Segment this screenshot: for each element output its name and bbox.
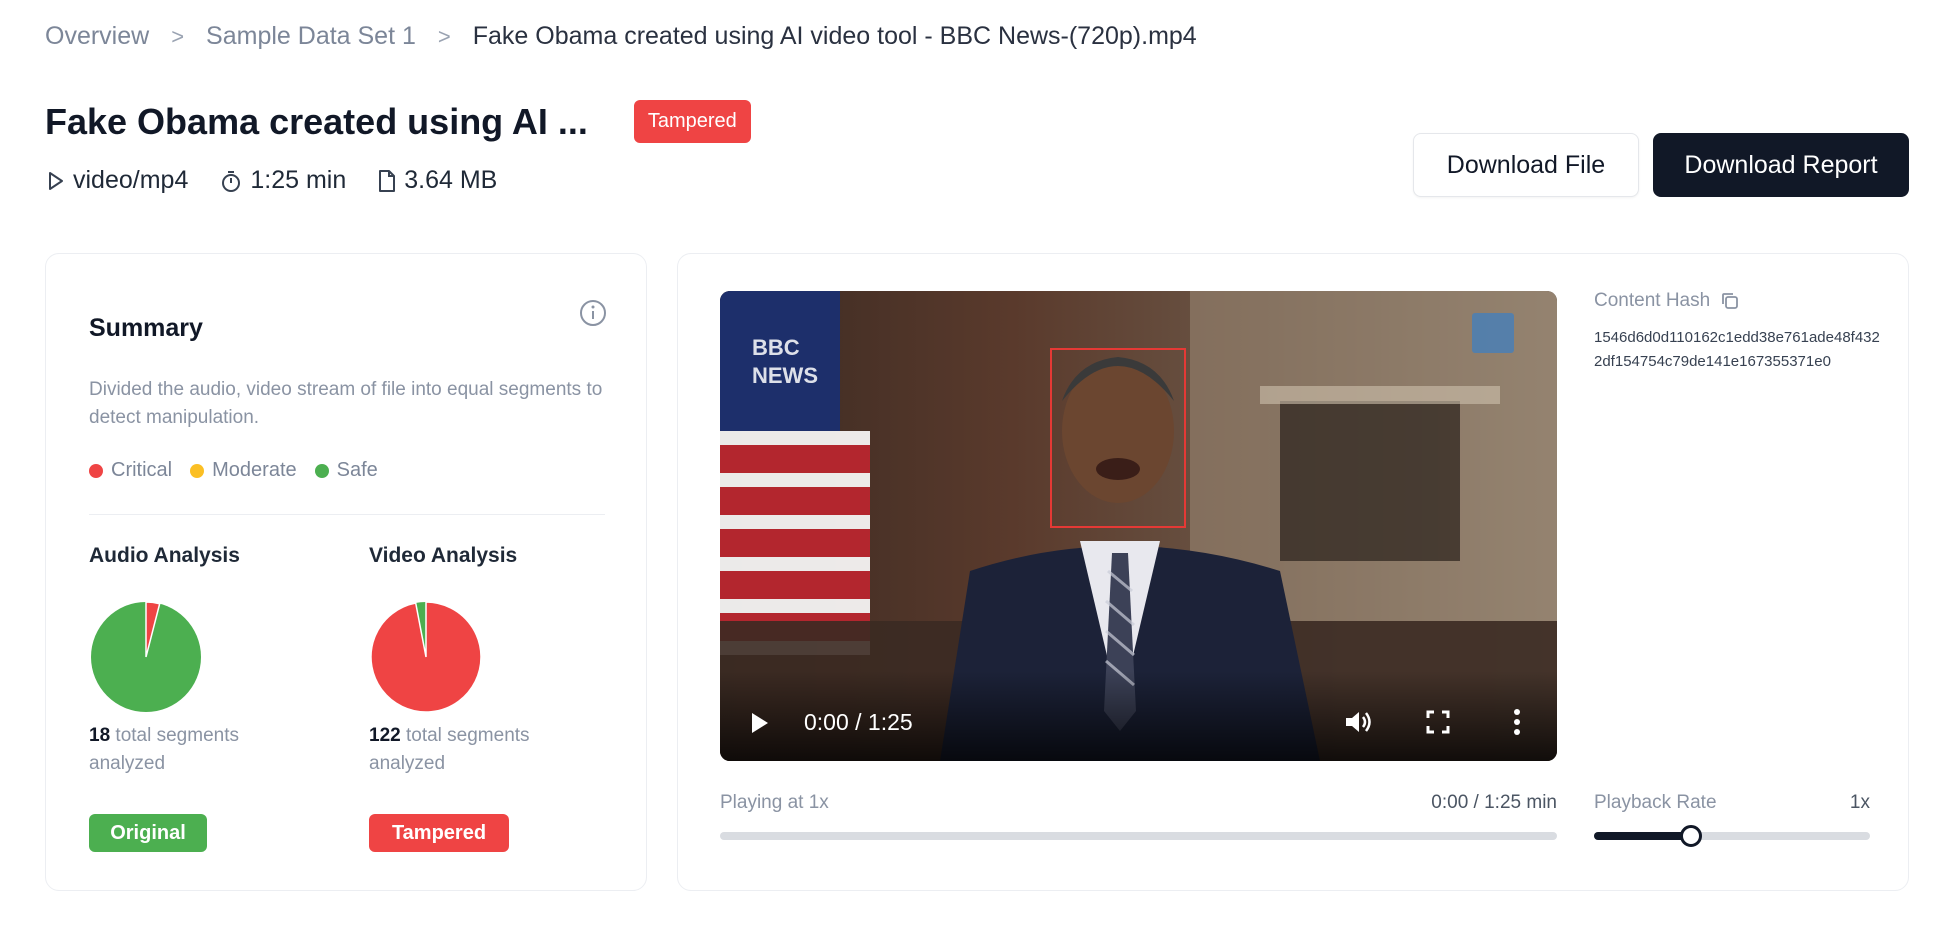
video-segments-text: 122 total segments analyzed — [369, 722, 589, 778]
playback-rate-value: 1x — [1849, 792, 1870, 813]
play-icon[interactable] — [750, 712, 770, 734]
audio-result-badge: Original — [89, 814, 207, 852]
video-pie-chart — [370, 601, 482, 713]
channel-logo-line2: NEWS — [752, 363, 818, 388]
divider — [89, 514, 605, 515]
playing-time: 0:00 / 1:25 min — [1431, 792, 1557, 813]
video-player[interactable]: BBC NEWS 0:00 / 1:25 — [720, 291, 1557, 761]
audio-analysis-title: Audio Analysis — [89, 544, 240, 567]
legend-moderate-label: Moderate — [212, 459, 297, 481]
file-duration-label: 1:25 min — [250, 166, 347, 194]
legend-critical-label: Critical — [111, 459, 173, 481]
pie-slice-critical — [370, 601, 482, 713]
file-size: 3.64 MB — [378, 166, 497, 195]
page-title: Fake Obama created using AI ... — [45, 100, 588, 142]
playback-rate-slider[interactable] — [1594, 825, 1870, 847]
legend-critical-dot — [89, 463, 103, 478]
audio-analysis: Audio Analysis 18 total segments analyze… — [89, 544, 339, 852]
play-outline-icon — [49, 171, 63, 190]
legend-moderate-dot — [190, 463, 205, 478]
playback-rate-handle[interactable] — [1679, 825, 1702, 847]
video-controls: 0:00 / 1:25 — [720, 671, 1557, 761]
legend-safe-dot — [314, 463, 329, 478]
status-badge: Tampered — [633, 100, 751, 143]
title-row: Fake Obama created using AI ... Tampered — [45, 100, 751, 143]
summary-card: Summary Divided the audio, video stream … — [45, 253, 647, 891]
playback-rate-fill — [1594, 832, 1691, 840]
legend: Critical Moderate Safe — [89, 459, 396, 482]
volume-icon[interactable] — [1344, 709, 1372, 735]
content-hash-value: 1546d6d0d110162c1edd38e761ade48f4322df15… — [1594, 329, 1880, 370]
info-icon[interactable] — [578, 298, 608, 328]
audio-segment-suffix: total segments analyzed — [89, 725, 239, 774]
video-analysis: Video Analysis 122 total segments analyz… — [369, 544, 619, 852]
audio-segments-text: 18 total segments analyzed — [89, 722, 309, 778]
chevron-right-icon: > — [437, 23, 451, 49]
video-time: 0:00 / 1:25 — [804, 709, 913, 735]
breadcrumb-current-file: Fake Obama created using AI video tool -… — [472, 22, 1197, 50]
more-options-icon[interactable] — [1512, 708, 1522, 736]
file-icon — [379, 169, 396, 192]
video-progress-bar[interactable] — [720, 832, 1557, 840]
face-detection-box — [1050, 348, 1186, 528]
legend-safe: Safe — [314, 459, 378, 482]
content-hash-title: Content Hash — [1594, 290, 1711, 311]
playback-rate-label: Playback Rate — [1594, 792, 1717, 813]
legend-critical: Critical — [89, 459, 172, 482]
playing-status: Playing at 1x — [720, 792, 829, 813]
video-result-badge: Tampered — [369, 814, 509, 852]
stopwatch-icon — [222, 170, 241, 192]
file-type-label: video/mp4 — [73, 166, 189, 194]
video-segment-count: 122 — [369, 725, 401, 746]
content-hash-label: Content Hash — [1594, 290, 1740, 312]
chevron-right-icon: > — [171, 23, 185, 49]
download-file-button[interactable]: Download File — [1413, 133, 1639, 197]
media-card: BBC NEWS 0:00 / 1:25 Playing at 1x 0:00 … — [677, 253, 1909, 891]
copy-icon[interactable] — [1720, 291, 1740, 311]
channel-logo-line1: BBC — [752, 335, 800, 360]
audio-segment-count: 18 — [89, 725, 111, 746]
corner-logo — [1472, 313, 1514, 353]
summary-title: Summary — [89, 314, 203, 342]
file-meta: video/mp4 1:25 min 3.64 MB — [47, 166, 529, 195]
breadcrumb-overview[interactable]: Overview — [45, 22, 149, 51]
breadcrumb: Overview > Sample Data Set 1 > Fake Obam… — [45, 22, 1197, 51]
download-report-button[interactable]: Download Report — [1653, 133, 1909, 197]
breadcrumb-sample-data-set[interactable]: Sample Data Set 1 — [206, 22, 416, 51]
video-analysis-title: Video Analysis — [369, 544, 518, 567]
file-duration: 1:25 min — [220, 166, 346, 195]
channel-logo: BBC NEWS — [752, 335, 818, 388]
legend-moderate: Moderate — [190, 459, 297, 482]
summary-description: Divided the audio, video stream of file … — [89, 379, 603, 428]
file-type: video/mp4 — [47, 166, 188, 195]
file-size-label: 3.64 MB — [404, 166, 498, 194]
legend-safe-label: Safe — [336, 459, 378, 481]
fullscreen-icon[interactable] — [1426, 710, 1450, 734]
audio-pie-chart — [91, 601, 201, 712]
